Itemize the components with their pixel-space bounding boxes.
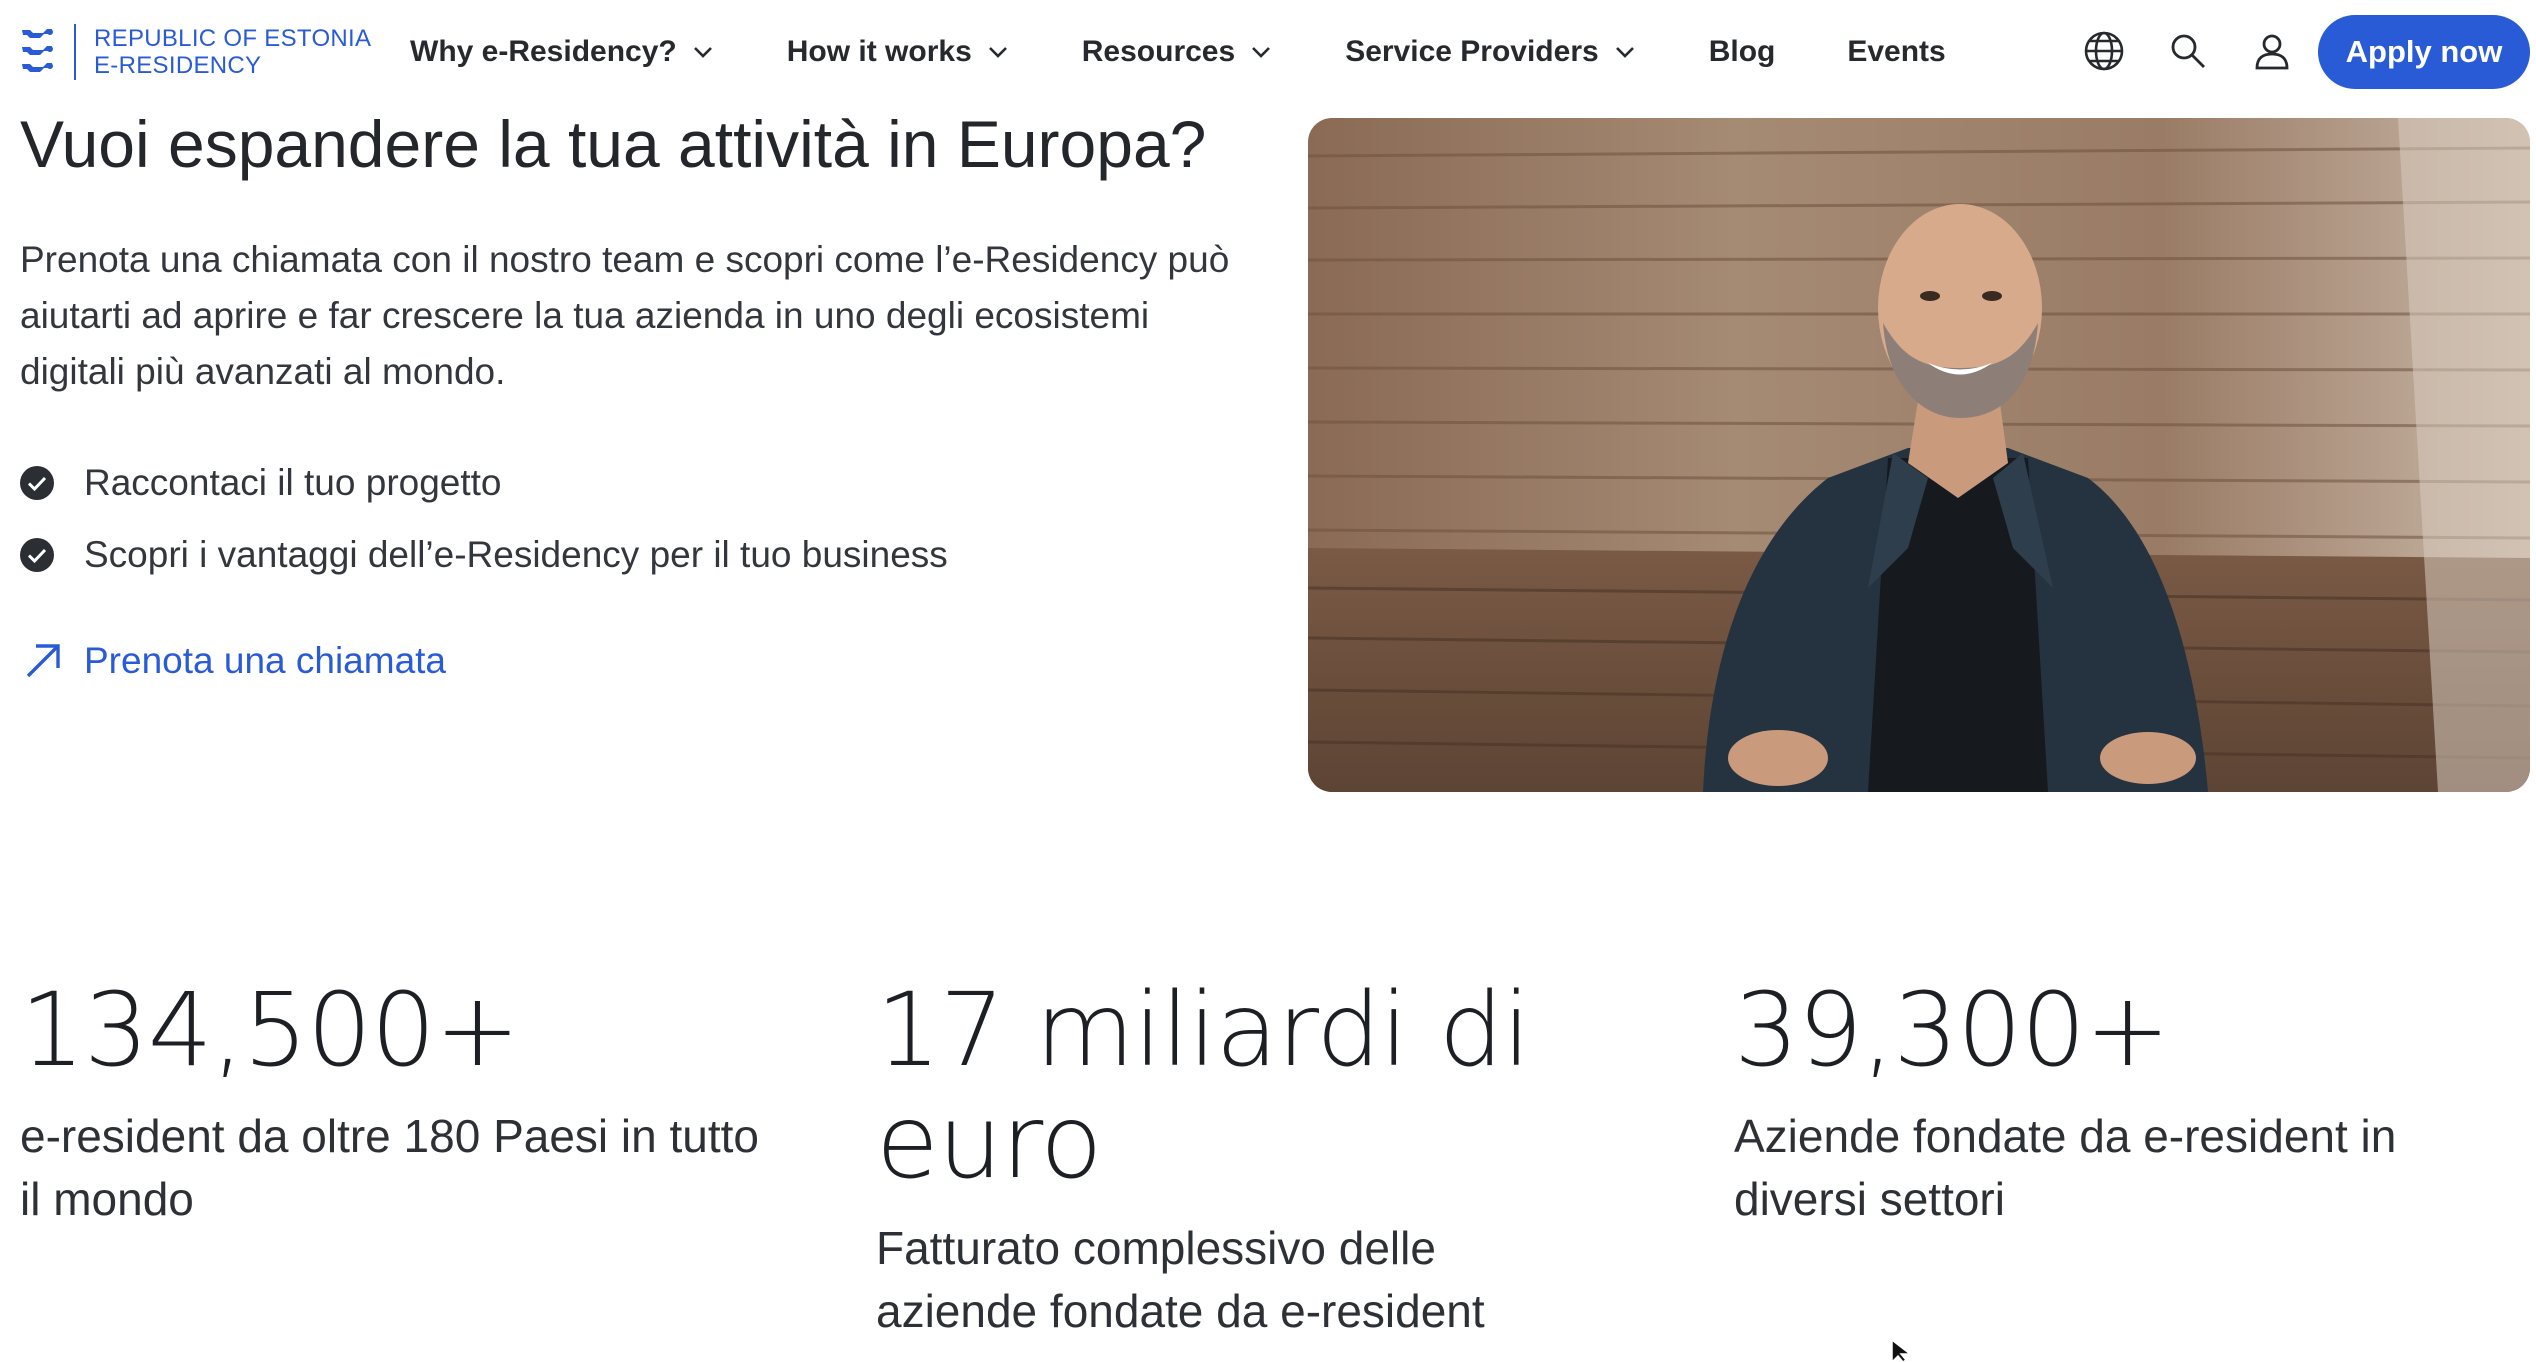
stat-value: 39,300+ xyxy=(1734,971,2170,1090)
nav-resources[interactable]: Resources xyxy=(1082,30,1273,74)
stat-card: 39,300+ Aziende fondate da e-resident in… xyxy=(1734,975,2494,1231)
hero-description: Prenota una chiamata con il nostro team … xyxy=(20,239,1230,392)
logo-divider xyxy=(74,24,76,80)
chevron-down-icon xyxy=(988,47,1007,58)
nav-how-it-works[interactable]: How it works xyxy=(787,30,1010,74)
stat-label: Aziende fondate da e-resident in diversi… xyxy=(1734,1110,2397,1225)
logo-line-2: E-RESIDENCY xyxy=(94,52,262,79)
header-icons xyxy=(2082,27,2294,75)
logo-line-1: REPUBLIC OF ESTONIA xyxy=(94,25,372,52)
account-button[interactable] xyxy=(2250,27,2294,75)
page-title: Vuoi espandere la tua attività in Europa… xyxy=(20,107,1207,181)
site-header: REPUBLIC OF ESTONIA E-RESIDENCY Why e-Re… xyxy=(0,0,2536,104)
nav-label: Service Providers xyxy=(1345,35,1599,68)
hero-photo xyxy=(1308,118,2530,792)
nav-blog[interactable]: Blog xyxy=(1709,30,1776,74)
site-logo[interactable]: REPUBLIC OF ESTONIA E-RESIDENCY xyxy=(20,24,371,80)
checklist-text: Scopri i vantaggi dell’e-Residency per i… xyxy=(84,534,948,575)
stat-value: 134,500+ xyxy=(20,971,520,1090)
check-circle-icon xyxy=(20,466,54,500)
stat-label: Fatturato complessivo delle aziende fond… xyxy=(876,1222,1485,1337)
search-icon xyxy=(2171,34,2205,68)
list-item: Raccontaci il tuo progetto xyxy=(20,447,948,519)
mouse-cursor-icon xyxy=(1891,1340,1912,1362)
nav-service-providers[interactable]: Service Providers xyxy=(1345,30,1637,74)
user-icon xyxy=(2255,34,2289,70)
globe-icon xyxy=(2084,31,2124,71)
stat-value: 17 miliardi di euro xyxy=(876,971,1531,1202)
arrow-up-right-icon xyxy=(26,644,60,678)
chevron-down-icon xyxy=(1252,47,1271,58)
stat-label: e-resident da oltre 180 Paesi in tutto i… xyxy=(20,1110,760,1225)
nav-label: Blog xyxy=(1708,35,1776,68)
chevron-down-icon xyxy=(693,47,712,58)
nav-label: Events xyxy=(1847,35,1946,68)
stat-card: 134,500+ e-resident da oltre 180 Paesi i… xyxy=(20,975,780,1231)
nav-label: Resources xyxy=(1081,35,1236,68)
book-call-link[interactable]: Prenota una chiamata xyxy=(24,640,446,682)
logo-text: REPUBLIC OF ESTONIA E-RESIDENCY xyxy=(94,25,371,79)
apply-now-button[interactable]: Apply now xyxy=(2318,15,2530,89)
list-item: Scopri i vantaggi dell’e-Residency per i… xyxy=(20,519,948,591)
nav-label: How it works xyxy=(786,35,972,68)
main-nav: Why e-Residency? How it works Resources … xyxy=(410,30,2018,74)
book-call-label: Prenota una chiamata xyxy=(84,640,447,681)
search-button[interactable] xyxy=(2166,27,2210,75)
nav-events[interactable]: Events xyxy=(1847,30,1945,74)
stat-card: 17 miliardi di euro Fatturato complessiv… xyxy=(876,975,1596,1343)
nav-label: Why e-Residency? xyxy=(410,35,677,68)
chevron-down-icon xyxy=(1615,47,1634,58)
checklist-text: Raccontaci il tuo progetto xyxy=(84,462,502,503)
check-circle-icon xyxy=(20,538,54,572)
benefits-checklist: Raccontaci il tuo progetto Scopri i vant… xyxy=(20,447,948,591)
language-button[interactable] xyxy=(2082,27,2126,75)
nav-why-e-residency[interactable]: Why e-Residency? xyxy=(410,30,715,74)
three-lions-crest-icon xyxy=(20,26,56,78)
